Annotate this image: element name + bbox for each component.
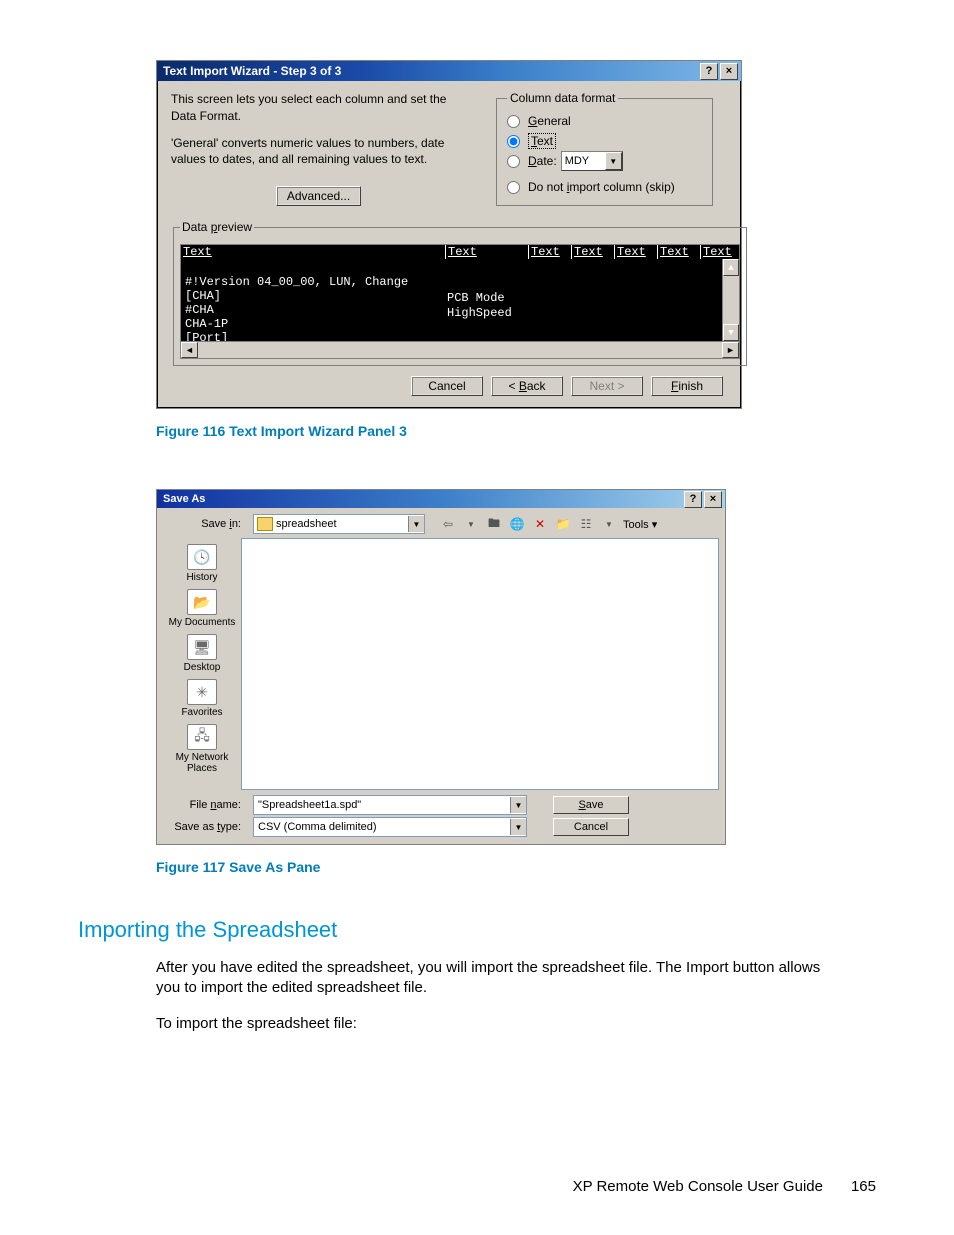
cancel-button[interactable]: Cancel xyxy=(411,376,483,396)
dialog-titlebar: Save As ? × xyxy=(157,490,725,508)
radio-date[interactable] xyxy=(507,155,520,168)
vertical-scrollbar[interactable]: ▲ ▼ xyxy=(722,259,739,341)
dropdown-arrow-icon: ▼ xyxy=(408,516,424,532)
cancel-button[interactable]: Cancel xyxy=(553,818,629,836)
data-preview-group: Data preview Text Text Text Text Text Te… xyxy=(173,220,747,366)
network-icon: 🖧 xyxy=(187,724,217,750)
group-legend: Column data format xyxy=(507,91,618,105)
finish-button[interactable]: Finish xyxy=(651,376,723,396)
paragraph-1: After you have edited the spreadsheet, y… xyxy=(156,958,836,999)
close-button[interactable]: × xyxy=(720,63,738,80)
preview-headers: Text Text Text Text Text Text Text xyxy=(181,245,739,259)
save-in-combo[interactable]: spreadsheet ▼ xyxy=(253,514,425,534)
save-as-dialog: Save As ? × Save in: spreadsheet ▼ ⇦ ▼ 🖿… xyxy=(156,489,726,845)
file-list-area[interactable] xyxy=(241,538,719,790)
radio-skip[interactable] xyxy=(507,181,520,194)
place-network[interactable]: 🖧 My Network Places xyxy=(163,724,241,774)
scroll-up-icon[interactable]: ▲ xyxy=(723,259,739,276)
dropdown-arrow-icon: ▼ xyxy=(510,819,526,835)
back-dropdown-icon[interactable]: ▼ xyxy=(462,515,480,533)
text-import-wizard-dialog: Text Import Wizard - Step 3 of 3 ? × Thi… xyxy=(156,60,742,409)
place-my-documents[interactable]: 📂 My Documents xyxy=(169,589,236,628)
my-documents-icon: 📂 xyxy=(187,589,217,615)
place-history[interactable]: 🕓 History xyxy=(186,544,217,583)
tools-menu[interactable]: Tools ▾ xyxy=(623,518,657,531)
scroll-right-icon[interactable]: ► xyxy=(722,342,739,358)
date-format-combo[interactable]: MDY ▼ xyxy=(561,151,623,171)
dialog-description-2: 'General' converts numeric values to num… xyxy=(171,135,466,169)
place-favorites[interactable]: ✳ Favorites xyxy=(181,679,222,718)
close-button[interactable]: × xyxy=(704,491,722,508)
dialog-description-1: This screen lets you select each column … xyxy=(171,91,466,125)
radio-text[interactable] xyxy=(507,135,520,148)
search-web-icon[interactable]: 🌐 xyxy=(508,515,526,533)
scroll-down-icon[interactable]: ▼ xyxy=(723,324,739,341)
horizontal-scrollbar[interactable]: ◄ ► xyxy=(181,341,739,358)
places-bar: 🕓 History 📂 My Documents 🖥 Desktop ✳ Fav… xyxy=(163,538,241,790)
scroll-left-icon[interactable]: ◄ xyxy=(181,342,198,358)
dropdown-arrow-icon: ▼ xyxy=(605,152,622,170)
section-heading: Importing the Spreadsheet xyxy=(78,917,876,943)
column-data-format-group: Column data format General Text Date: MD… xyxy=(496,91,713,206)
favorites-icon: ✳ xyxy=(187,679,217,705)
up-one-level-icon[interactable]: 🖿 xyxy=(485,515,503,533)
figure-caption-116: Figure 116 Text Import Wizard Panel 3 xyxy=(156,423,876,439)
views-icon[interactable]: ☷ xyxy=(577,515,595,533)
dialog-title: Save As xyxy=(160,493,682,505)
new-folder-icon[interactable]: 📁 xyxy=(554,515,572,533)
radio-general[interactable] xyxy=(507,115,520,128)
file-name-input[interactable]: "Spreadsheet1a.spd" ▼ xyxy=(253,795,527,815)
back-icon[interactable]: ⇦ xyxy=(439,515,457,533)
history-icon: 🕓 xyxy=(187,544,217,570)
next-button[interactable]: Next > xyxy=(571,376,643,396)
page-footer: XP Remote Web Console User Guide165 xyxy=(573,1178,876,1195)
preview-body: #!Version 04_00_00, LUN, Change [CHA] #C… xyxy=(181,259,739,341)
paragraph-2: To import the spreadsheet file: xyxy=(156,1014,836,1034)
help-button[interactable]: ? xyxy=(700,63,718,80)
back-button[interactable]: < Back xyxy=(491,376,563,396)
folder-icon xyxy=(257,517,273,531)
views-dropdown-icon[interactable]: ▼ xyxy=(600,515,618,533)
figure-caption-117: Figure 117 Save As Pane xyxy=(156,859,876,875)
dropdown-arrow-icon: ▼ xyxy=(510,797,526,813)
dialog-titlebar: Text Import Wizard - Step 3 of 3 ? × xyxy=(157,61,741,81)
file-type-combo[interactable]: CSV (Comma delimited) ▼ xyxy=(253,817,527,837)
desktop-icon: 🖥 xyxy=(187,634,217,660)
advanced-button[interactable]: Advanced... xyxy=(276,186,361,206)
help-button[interactable]: ? xyxy=(684,491,702,508)
delete-icon[interactable]: ✕ xyxy=(531,515,549,533)
dialog-title: Text Import Wizard - Step 3 of 3 xyxy=(160,64,698,78)
place-desktop[interactable]: 🖥 Desktop xyxy=(184,634,221,673)
save-button[interactable]: Save xyxy=(553,796,629,814)
